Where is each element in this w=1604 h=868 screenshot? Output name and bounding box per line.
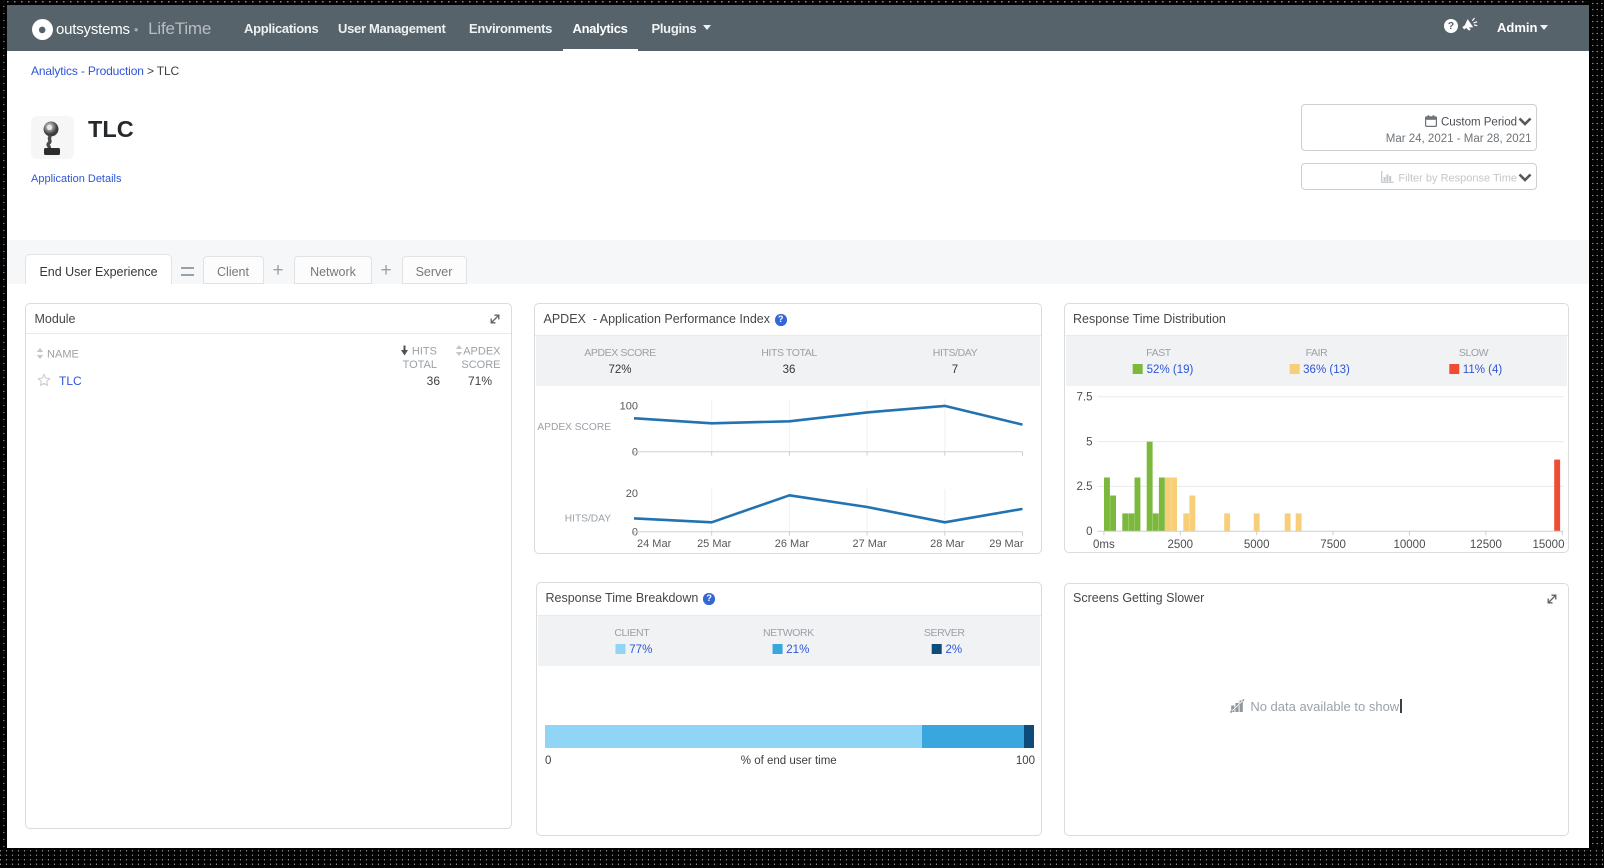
svg-text:APDEX SCORE: APDEX SCORE bbox=[537, 422, 611, 433]
svg-text:10000: 10000 bbox=[1393, 539, 1425, 551]
svg-text:28 Mar: 28 Mar bbox=[930, 538, 965, 550]
svg-text:100: 100 bbox=[620, 401, 638, 413]
svg-text:7500: 7500 bbox=[1320, 539, 1346, 551]
svg-text:26 Mar: 26 Mar bbox=[775, 538, 810, 550]
svg-text:2.5: 2.5 bbox=[1076, 481, 1092, 493]
svg-text:20: 20 bbox=[626, 488, 638, 500]
svg-text:29 Mar: 29 Mar bbox=[989, 538, 1024, 550]
svg-text:15000: 15000 bbox=[1532, 539, 1564, 551]
svg-text:12500: 12500 bbox=[1469, 539, 1501, 551]
svg-text:5: 5 bbox=[1086, 436, 1092, 448]
svg-text:5000: 5000 bbox=[1243, 539, 1269, 551]
svg-text:24 Mar: 24 Mar bbox=[637, 538, 672, 550]
svg-text:0: 0 bbox=[1086, 526, 1092, 538]
svg-text:7.5: 7.5 bbox=[1076, 392, 1092, 404]
svg-text:0: 0 bbox=[632, 527, 638, 539]
svg-text:27 Mar: 27 Mar bbox=[852, 538, 887, 550]
svg-text:2500: 2500 bbox=[1167, 539, 1193, 551]
svg-text:HITS/DAY: HITS/DAY bbox=[565, 514, 611, 525]
svg-text:25 Mar: 25 Mar bbox=[697, 538, 732, 550]
svg-text:0: 0 bbox=[632, 447, 638, 459]
svg-text:0ms: 0ms bbox=[1093, 539, 1115, 551]
